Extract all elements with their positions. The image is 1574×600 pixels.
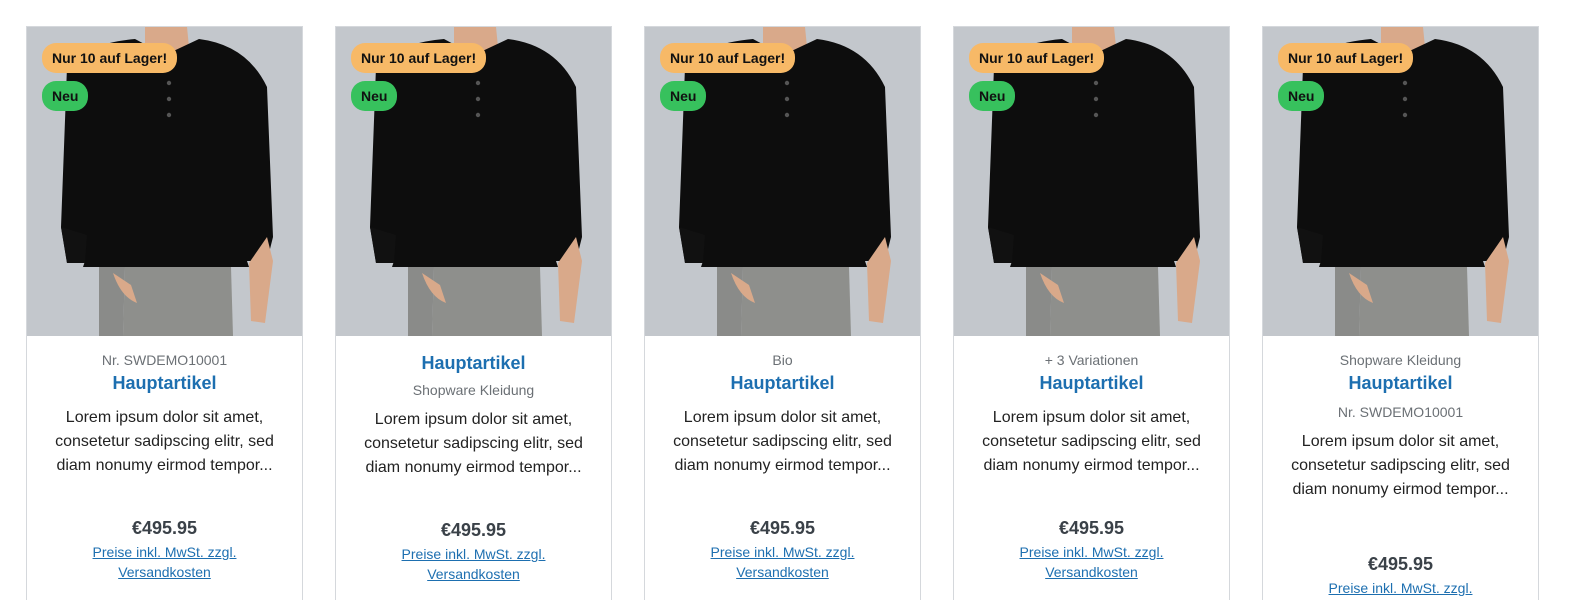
product-number: Nr. SWDEMO10001 <box>101 352 228 368</box>
tax-info-link[interactable]: Preise inkl. MwSt. zzgl. Versandkosten <box>37 542 292 582</box>
product-price: €495.95 <box>440 520 507 540</box>
product-variations: + 3 Variationen <box>1044 352 1139 368</box>
product-info: Nr. SWDEMO10001 Hauptartikel Lorem ipsum… <box>27 336 302 582</box>
product-image[interactable]: Nur 10 auf Lager! Neu <box>27 27 302 336</box>
product-info: Bio Hauptartikel Lorem ipsum dolor sit a… <box>645 336 920 582</box>
product-listing: Nur 10 auf Lager! Neu Nr. SWDEMO10001 Ha… <box>0 0 1574 600</box>
shirt-image-icon <box>645 27 920 336</box>
product-name-link[interactable]: Hauptartikel <box>37 370 292 396</box>
stock-badge: Nur 10 auf Lager! <box>969 43 1105 73</box>
new-badge: Neu <box>660 81 707 111</box>
product-image[interactable]: Nur 10 auf Lager! Neu <box>1263 27 1538 336</box>
stock-badge: Nur 10 auf Lager! <box>351 43 487 73</box>
shirt-image-icon <box>954 27 1229 336</box>
product-description: Lorem ipsum dolor sit amet, consetetur s… <box>55 409 274 474</box>
product-image[interactable]: Nur 10 auf Lager! Neu <box>645 27 920 336</box>
product-info: Hauptartikel Shopware Kleidung Lorem ips… <box>336 336 611 584</box>
product-description: Lorem ipsum dolor sit amet, consetetur s… <box>364 411 583 476</box>
product-price: €495.95 <box>1367 554 1434 574</box>
product-image[interactable]: Nur 10 auf Lager! Neu <box>336 27 611 336</box>
product-number: Nr. SWDEMO10001 <box>1337 404 1464 420</box>
product-manufacturer: Shopware Kleidung <box>412 382 535 398</box>
product-property: Bio <box>772 352 793 368</box>
product-description: Lorem ipsum dolor sit amet, consetetur s… <box>982 409 1201 474</box>
product-info: Shopware Kleidung Hauptartikel Nr. SWDEM… <box>1263 336 1538 600</box>
product-card: Nur 10 auf Lager! Neu + 3 Variationen Ha… <box>953 26 1230 600</box>
product-price: €495.95 <box>749 518 816 538</box>
product-description: Lorem ipsum dolor sit amet, consetetur s… <box>1291 433 1510 498</box>
product-card: Nur 10 auf Lager! Neu Hauptartikel Shopw… <box>335 26 612 600</box>
new-badge: Neu <box>1278 81 1325 111</box>
product-price: €495.95 <box>131 518 198 538</box>
product-card: Nur 10 auf Lager! Neu Nr. SWDEMO10001 Ha… <box>26 26 303 600</box>
tax-info-link[interactable]: Preise inkl. MwSt. zzgl. Versandkosten <box>964 542 1219 582</box>
product-card: Nur 10 auf Lager! Neu Bio Hauptartikel L… <box>644 26 921 600</box>
product-name-link[interactable]: Hauptartikel <box>1273 370 1528 396</box>
product-description: Lorem ipsum dolor sit amet, consetetur s… <box>673 409 892 474</box>
shirt-image-icon <box>27 27 302 336</box>
new-badge: Neu <box>969 81 1016 111</box>
product-info: + 3 Variationen Hauptartikel Lorem ipsum… <box>954 336 1229 582</box>
product-name-link[interactable]: Hauptartikel <box>964 370 1219 396</box>
product-card: Nur 10 auf Lager! Neu Shopware Kleidung … <box>1262 26 1539 600</box>
stock-badge: Nur 10 auf Lager! <box>660 43 796 73</box>
tax-info-link[interactable]: Preise inkl. MwSt. zzgl. Versandkosten <box>655 542 910 582</box>
stock-badge: Nur 10 auf Lager! <box>42 43 178 73</box>
new-badge: Neu <box>351 81 398 111</box>
stock-badge: Nur 10 auf Lager! <box>1278 43 1414 73</box>
product-price: €495.95 <box>1058 518 1125 538</box>
shirt-image-icon <box>336 27 611 336</box>
shirt-image-icon <box>1263 27 1538 336</box>
tax-info-link[interactable]: Preise inkl. MwSt. zzgl. Versandkosten <box>346 544 601 584</box>
product-name-link[interactable]: Hauptartikel <box>655 370 910 396</box>
product-manufacturer: Shopware Kleidung <box>1339 352 1462 368</box>
product-image[interactable]: Nur 10 auf Lager! Neu <box>954 27 1229 336</box>
new-badge: Neu <box>42 81 89 111</box>
product-name-link[interactable]: Hauptartikel <box>346 350 601 376</box>
tax-info-link[interactable]: Preise inkl. MwSt. zzgl. Versandkosten <box>1273 578 1528 600</box>
